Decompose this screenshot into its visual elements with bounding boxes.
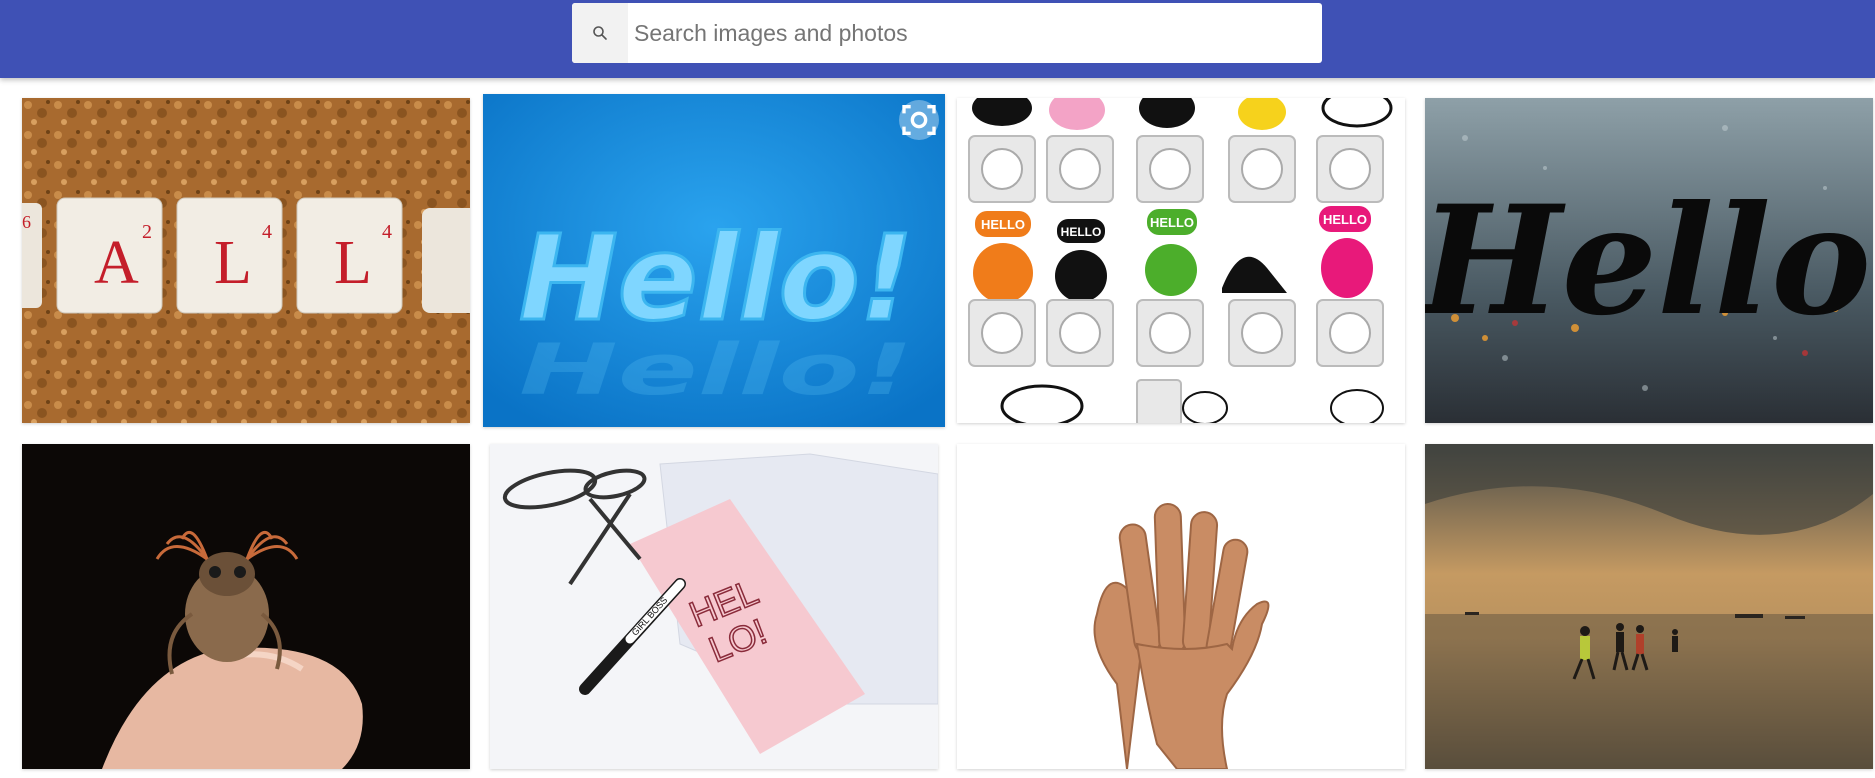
tile-letter: L (214, 229, 252, 297)
animal-stickers-image: HELLO HELLO HELLO HELLO (957, 98, 1405, 423)
image-card-blue-hello[interactable]: Hello! Hello! (483, 94, 945, 427)
hand-image (957, 444, 1405, 769)
hello-bubble-text: HELLO (1150, 215, 1194, 230)
image-card-beach[interactable] (1425, 444, 1873, 769)
tile-letter: A (94, 229, 139, 297)
beetle-image (22, 444, 470, 769)
rainy-hello-image: Hello (1425, 98, 1873, 423)
blue-hello-image: Hello! Hello! (483, 94, 945, 427)
hello-glass-text: Hello (1425, 173, 1871, 349)
visual-search-icon[interactable] (899, 100, 939, 140)
hello-reflection-text: Hello! (519, 329, 914, 411)
image-card-scrabble[interactable]: A 2 L 4 L 4 6 (22, 98, 470, 423)
hello-3d-text: Hello! (519, 209, 914, 347)
hello-bubble-text: HELLO (1323, 212, 1367, 227)
tile-score: 2 (142, 221, 152, 243)
scrabble-tiles-image: A 2 L 4 L 4 6 (22, 98, 470, 423)
image-grid: A 2 L 4 L 4 6 Hello! Hello! HELLO HELLO … (0, 0, 1875, 778)
image-card-animal-stickers[interactable]: HELLO HELLO HELLO HELLO (957, 98, 1405, 423)
tile-letter: L (334, 229, 372, 297)
tile-score: 6 (22, 212, 31, 232)
hello-bubble-text: HELLO (1061, 225, 1102, 239)
hello-bubble-text: HELLO (981, 217, 1025, 232)
beach-image (1425, 444, 1873, 769)
tile-score: 4 (262, 221, 272, 243)
tile-score: 4 (382, 221, 392, 243)
image-card-hello-card[interactable]: HEL LO! GIRL BOSS (490, 444, 938, 769)
image-card-rainy-hello[interactable]: Hello (1425, 98, 1873, 423)
image-card-beetle[interactable] (22, 444, 470, 769)
hello-card-image: HEL LO! GIRL BOSS (490, 444, 938, 769)
image-card-hand[interactable] (957, 444, 1405, 769)
